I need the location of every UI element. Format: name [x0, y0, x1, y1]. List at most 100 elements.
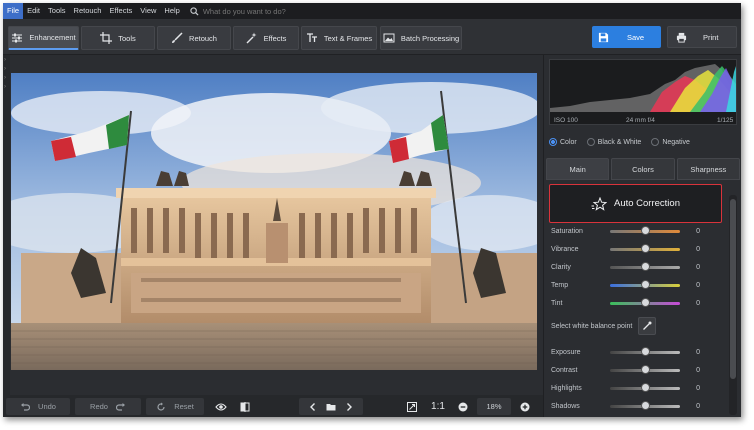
slider-knob[interactable]: [641, 297, 650, 307]
menu-help[interactable]: Help: [160, 3, 183, 19]
slider-track[interactable]: [610, 279, 680, 289]
clarity-slider[interactable]: Clarity 0: [551, 260, 721, 274]
menu-view[interactable]: View: [136, 3, 160, 19]
highlights-slider[interactable]: Highlights 0: [551, 381, 721, 395]
zoom-level-field[interactable]: 18%: [477, 398, 511, 415]
radio-icon: [586, 138, 595, 146]
redo-button[interactable]: Redo: [75, 398, 141, 415]
contrast-label: Contrast: [551, 366, 578, 374]
tab-colors[interactable]: Colors: [611, 158, 675, 180]
radio-icon: [651, 138, 660, 146]
slider-knob[interactable]: [641, 346, 650, 356]
slider-knob[interactable]: [641, 364, 650, 374]
temp-slider[interactable]: Temp 0: [551, 278, 721, 292]
menu-effects[interactable]: Effects: [105, 3, 136, 19]
search-input[interactable]: [202, 6, 343, 16]
slider-track[interactable]: [610, 364, 680, 374]
brush-icon: [172, 32, 183, 43]
eyedropper-button[interactable]: [638, 317, 657, 335]
undo-button[interactable]: Undo: [6, 398, 70, 415]
zoom-out-button[interactable]: [455, 398, 471, 415]
tab-text-frames[interactable]: Text & Frames: [301, 26, 377, 50]
fit-to-screen-button[interactable]: [403, 398, 421, 415]
slider-track[interactable]: [610, 297, 680, 307]
photo-preview[interactable]: [11, 73, 537, 370]
exif-shutter: 1/125: [717, 117, 734, 124]
chevron-right-icon: ›: [4, 84, 6, 90]
radio-icon: [549, 138, 557, 146]
vibrance-label: Vibrance: [551, 245, 579, 253]
print-button[interactable]: Print: [667, 26, 737, 48]
scrollbar-thumb[interactable]: [730, 199, 736, 379]
exposure-slider[interactable]: Exposure 0: [551, 345, 721, 359]
menu-tools[interactable]: Tools: [44, 3, 70, 19]
slider-knob[interactable]: [641, 279, 650, 289]
slider-knob[interactable]: [641, 225, 650, 235]
print-button-label: Print: [703, 32, 719, 42]
histogram: ISO 100 24 mm f/4 1/125: [549, 59, 737, 125]
slider-track[interactable]: [610, 400, 680, 410]
slider-track[interactable]: [610, 382, 680, 392]
adjustments-panel: ISO 100 24 mm f/4 1/125 Color Black & Wh…: [543, 55, 741, 417]
left-panel-toggle[interactable]: › › › ›: [3, 55, 10, 395]
tab-main[interactable]: Main: [546, 158, 610, 180]
chevron-right-icon: ›: [4, 66, 6, 72]
preview-toggle-button[interactable]: [211, 398, 231, 415]
slider-track[interactable]: [610, 243, 680, 253]
vibrance-slider[interactable]: Vibrance 0: [551, 242, 721, 256]
color-mode-selector: Color Black & White Negative: [549, 134, 737, 150]
slider-knob[interactable]: [641, 382, 650, 392]
menu-edit[interactable]: Edit: [23, 3, 44, 19]
reset-button[interactable]: Reset: [146, 398, 204, 415]
menu-retouch[interactable]: Retouch: [70, 3, 106, 19]
mode-negative[interactable]: Negative: [651, 138, 690, 146]
contrast-value: 0: [696, 366, 700, 374]
slider-knob[interactable]: [641, 261, 650, 271]
tab-retouch[interactable]: Retouch: [157, 26, 231, 50]
adjustment-tabs: Main Colors Sharpness: [546, 158, 740, 180]
panel-scrollbar[interactable]: [729, 195, 737, 415]
folder-icon[interactable]: [326, 402, 336, 412]
tab-text-frames-label: Text & Frames: [323, 33, 373, 43]
temp-label: Temp: [551, 281, 569, 289]
tab-batch-processing[interactable]: Batch Processing: [380, 26, 462, 50]
white-balance-row: Select white balance point: [551, 316, 721, 336]
tint-label: Tint: [551, 299, 563, 307]
histogram-graph: [550, 64, 736, 112]
tint-slider[interactable]: Tint 0: [551, 296, 721, 310]
magic-wand-icon: [246, 32, 257, 44]
tab-tools[interactable]: Tools: [81, 26, 155, 50]
eye-icon: [215, 402, 227, 411]
actual-size-button[interactable]: 1:1: [427, 398, 449, 415]
shadows-slider[interactable]: Shadows 0: [551, 399, 721, 413]
exposure-label: Exposure: [551, 348, 581, 356]
slider-track[interactable]: [610, 225, 680, 235]
zoom-in-button[interactable]: [517, 398, 533, 415]
main-toolbar: Enhancement Tools Retouch Effects Text &…: [3, 19, 741, 55]
chevron-left-icon[interactable]: [308, 402, 318, 412]
tab-effects[interactable]: Effects: [233, 26, 299, 50]
slider-knob[interactable]: [641, 400, 650, 410]
mode-black-white[interactable]: Black & White: [586, 138, 641, 146]
tab-sharpness[interactable]: Sharpness: [676, 158, 740, 180]
compare-button[interactable]: [235, 398, 255, 415]
search-box[interactable]: [190, 6, 343, 16]
mode-color[interactable]: Color: [549, 138, 577, 146]
search-icon: [190, 6, 199, 16]
chevron-right-icon: ›: [4, 75, 6, 81]
tab-enhancement[interactable]: Enhancement: [8, 26, 79, 50]
slider-track[interactable]: [610, 346, 680, 356]
auto-correction-button[interactable]: Auto Correction: [549, 184, 722, 223]
save-button[interactable]: Save: [592, 26, 661, 48]
contrast-slider[interactable]: Contrast 0: [551, 363, 721, 377]
saturation-slider[interactable]: Saturation 0: [551, 224, 721, 238]
compare-icon: [240, 401, 250, 412]
image-canvas[interactable]: [10, 55, 540, 395]
minus-circle-icon: [458, 402, 468, 411]
text-icon: [306, 33, 317, 42]
slider-knob[interactable]: [641, 243, 650, 253]
menu-file[interactable]: File: [3, 3, 24, 19]
chevron-right-icon[interactable]: [344, 402, 354, 412]
clarity-label: Clarity: [551, 263, 571, 271]
slider-track[interactable]: [610, 261, 680, 271]
